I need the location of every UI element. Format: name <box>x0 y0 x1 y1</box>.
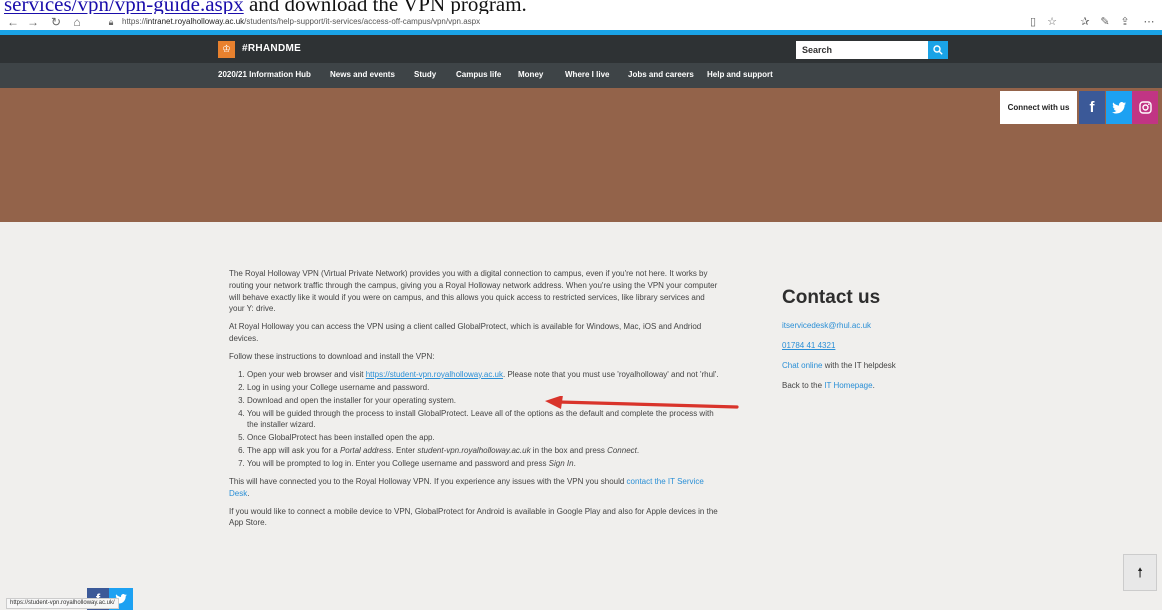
arrow-up-icon: 🠕 <box>1137 565 1143 580</box>
back-text: Back to the <box>782 381 825 390</box>
portal-address-value: student-vpn.royalholloway.ac.uk <box>417 446 531 456</box>
contact-title: Contact us <box>782 287 881 308</box>
url-domain: intranet.royalholloway.ac.uk <box>146 17 245 26</box>
url-path: /students/help-support/it-services/acces… <box>244 17 481 26</box>
arrow-left-icon[interactable]: ← <box>4 14 22 30</box>
favorites-icon[interactable]: ✰ <box>1076 14 1094 30</box>
portal-address-term: Portal address <box>339 446 392 456</box>
more-icon[interactable]: ⋯ <box>1140 14 1158 30</box>
nav-where-i-live[interactable]: Where I live <box>565 70 609 79</box>
red-arrow-annotation <box>545 396 739 409</box>
it-homepage-link[interactable]: IT Homepage <box>824 381 872 390</box>
list-item: Open your web browser and visit https://… <box>247 369 719 381</box>
search-icon <box>933 45 943 55</box>
url-prefix: https:// <box>122 17 147 26</box>
connected-paragraph: This will have connected you to the Roya… <box>229 476 719 500</box>
contact-sidebar: Contact us itservicedesk@rhul.ac.uk 0178… <box>782 287 982 400</box>
chat-online-link[interactable]: Chat online <box>782 361 822 370</box>
step-text: . Enter <box>391 446 418 456</box>
back-text-end: . <box>872 381 875 390</box>
paragraph-text: . <box>247 488 250 498</box>
paragraph-text: This will have connected you to the Roya… <box>229 477 627 487</box>
contact-email-row: itservicedesk@rhul.ac.uk <box>782 320 982 331</box>
search-button[interactable] <box>928 41 948 59</box>
site-header: ♔ #RHANDME <box>0 35 1162 63</box>
browser-toolbar: ← → ↻ ⌂ 🔒︎ https://intranet.royalhollowa… <box>0 14 1162 30</box>
globalprotect-paragraph: At Royal Holloway you can access the VPN… <box>229 322 702 343</box>
step-text: You will be prompted to log in. Enter yo… <box>247 459 549 469</box>
main-navigation: 2020/21 Information Hub News and events … <box>0 63 1162 88</box>
star-icon[interactable]: ☆ <box>1043 14 1061 30</box>
home-icon[interactable]: ⌂ <box>68 14 86 30</box>
step-text: . <box>573 459 576 469</box>
chat-text: with the IT helpdesk <box>822 361 896 370</box>
arrow-right-icon[interactable]: → <box>24 14 42 30</box>
status-bar-url: https://student-vpn.royalholloway.ac.uk/ <box>6 598 119 609</box>
sign-in-term: Sign In <box>548 459 574 469</box>
step-text: in the box and press <box>530 446 608 456</box>
twitter-icon[interactable] <box>1106 91 1132 124</box>
connect-term: Connect <box>607 446 637 456</box>
contact-phone-row: 01784 41 4321 <box>782 340 982 351</box>
rhul-logo-icon[interactable]: ♔ <box>218 41 235 58</box>
connect-with-us-label: Connect with us <box>1000 91 1077 124</box>
step-text: . Please note that you must use 'royalho… <box>503 369 719 379</box>
mobile-paragraph: If you would like to connect a mobile de… <box>229 506 718 528</box>
step-text: . <box>636 446 640 456</box>
list-item: You will be prompted to log in. Enter yo… <box>247 458 719 470</box>
reading-view-icon[interactable]: ▯ <box>1024 14 1042 30</box>
instruction-steps: Open your web browser and visit https://… <box>247 369 719 471</box>
contact-chat-row: Chat online with the IT helpdesk <box>782 360 982 371</box>
document-header: services/vpn/vpn-guide.aspx and download… <box>0 0 1162 14</box>
refresh-icon[interactable]: ↻ <box>47 14 65 30</box>
pen-icon[interactable]: ✎ <box>1096 14 1114 30</box>
nav-information-hub[interactable]: 2020/21 Information Hub <box>218 70 311 79</box>
vpn-guide-link[interactable]: services/vpn/vpn-guide.aspx <box>4 0 244 14</box>
nav-study[interactable]: Study <box>414 70 436 79</box>
search-input[interactable] <box>796 41 928 59</box>
step-text: The app will ask you for a <box>247 446 340 456</box>
back-to-top-button[interactable]: 🠕 <box>1123 554 1157 591</box>
document-text-line: services/vpn/vpn-guide.aspx and download… <box>4 0 527 14</box>
nav-money[interactable]: Money <box>518 70 543 79</box>
list-item: The app will ask you for a Portal addres… <box>247 445 719 457</box>
document-text: and download the VPN program. <box>243 0 527 14</box>
nav-jobs-careers[interactable]: Jobs and careers <box>628 70 694 79</box>
contact-email-link[interactable]: itservicedesk@rhul.ac.uk <box>782 321 871 330</box>
list-item: Log in using your College username and p… <box>247 382 719 394</box>
address-bar[interactable]: https://intranet.royalholloway.ac.uk/stu… <box>122 16 480 28</box>
instructions-intro: Follow these instructions to download an… <box>229 351 435 361</box>
facebook-icon[interactable]: f <box>1079 91 1105 124</box>
site-brand[interactable]: #RHANDME <box>242 43 301 54</box>
contact-back-row: Back to the IT Homepage. <box>782 380 982 391</box>
list-item: Once GlobalProtect has been installed op… <box>247 432 719 444</box>
nav-news-events[interactable]: News and events <box>330 70 395 79</box>
instagram-icon[interactable] <box>1132 91 1158 124</box>
intro-paragraph: The Royal Holloway VPN (Virtual Private … <box>229 269 718 314</box>
lock-icon: 🔒︎ <box>108 17 114 27</box>
nav-help-support[interactable]: Help and support <box>707 70 773 79</box>
student-vpn-link[interactable]: https://student-vpn.royalholloway.ac.uk <box>366 370 503 379</box>
hero-banner <box>0 88 1162 222</box>
nav-campus-life[interactable]: Campus life <box>456 70 501 79</box>
step-text: Open your web browser and visit <box>247 369 366 379</box>
share-icon[interactable]: ⇪ <box>1116 14 1134 30</box>
contact-phone-link[interactable]: 01784 41 4321 <box>782 341 835 350</box>
